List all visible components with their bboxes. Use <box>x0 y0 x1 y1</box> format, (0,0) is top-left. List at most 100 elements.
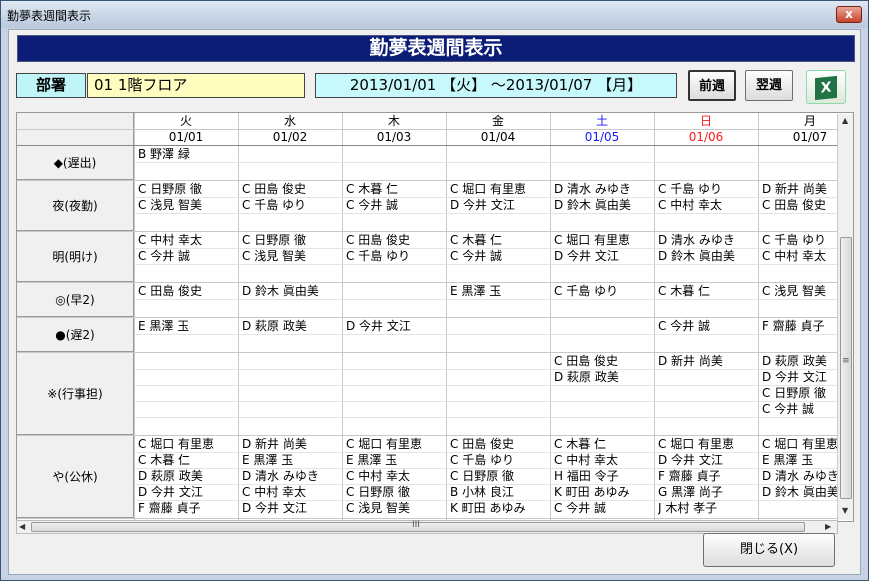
schedule-entry[interactable]: D 今井 文江 <box>242 501 340 516</box>
schedule-entry[interactable]: C 堀口 有里恵 <box>554 233 652 248</box>
schedule-entry[interactable]: D 萩原 政美 <box>242 319 340 334</box>
window-close-button[interactable]: x <box>836 6 862 23</box>
schedule-entry[interactable]: C 浅見 智美 <box>242 249 340 264</box>
schedule-entry[interactable]: K 町田 あゆみ <box>554 485 652 500</box>
schedule-entry[interactable]: C 今井 誠 <box>554 501 652 516</box>
schedule-entry[interactable]: C 浅見 智美 <box>346 501 444 516</box>
schedule-entry[interactable]: D 鈴木 眞由美 <box>658 249 756 264</box>
schedule-entry[interactable]: D 萩原 政美 <box>554 370 652 385</box>
schedule-entry[interactable]: C 木暮 仁 <box>450 233 548 248</box>
schedule-entry[interactable]: C 堀口 有里恵 <box>138 437 236 452</box>
schedule-entry[interactable]: D 今井 文江 <box>658 453 756 468</box>
scroll-right-icon[interactable]: ▶ <box>825 522 831 531</box>
schedule-entry[interactable]: C 堀口 有里恵 <box>450 182 548 197</box>
schedule-entry[interactable]: C 今井 誠 <box>450 249 548 264</box>
scroll-down-icon[interactable]: ▼ <box>842 506 848 515</box>
scroll-left-icon[interactable]: ◀ <box>19 522 25 531</box>
schedule-entry[interactable]: C 中村 幸太 <box>554 453 652 468</box>
schedule-entry[interactable]: C 木暮 仁 <box>346 182 444 197</box>
schedule-entry[interactable]: D 清水 みゆき <box>658 233 756 248</box>
title-bar: 勤夢表週間表示 x <box>1 1 868 28</box>
row-divider <box>17 317 853 318</box>
date-range: 2013/01/01 【火】 ～2013/01/07 【月】 <box>315 73 677 98</box>
schedule-entry[interactable]: C 日野原 徹 <box>450 469 548 484</box>
client-area: 勤夢表週間表示 部署 01 1階フロア 2013/01/01 【火】 ～2013… <box>8 29 861 575</box>
row-divider <box>17 435 853 436</box>
schedule-entry[interactable]: C 浅見 智美 <box>138 198 236 213</box>
day-of-week-header: 金 <box>491 114 504 128</box>
schedule-entry[interactable]: C 堀口 有里恵 <box>346 437 444 452</box>
next-week-button[interactable]: 翌週 <box>745 70 793 101</box>
schedule-entry[interactable]: D 清水 みゆき <box>554 182 652 197</box>
row-label: 夜(夜勤) <box>17 181 134 231</box>
schedule-entry[interactable]: C 今井 誠 <box>658 319 756 334</box>
schedule-entry[interactable]: D 今井 文江 <box>450 198 548 213</box>
schedule-entry[interactable]: C 田島 俊史 <box>450 437 548 452</box>
schedule-entry[interactable]: F 齋藤 貞子 <box>658 469 756 484</box>
grid-line <box>134 162 853 163</box>
schedule-entry[interactable]: C 日野原 徹 <box>138 182 236 197</box>
schedule-entry[interactable]: D 新井 尚美 <box>658 354 756 369</box>
schedule-entry[interactable]: C 中村 幸太 <box>242 485 340 500</box>
excel-export-button[interactable]: X <box>806 70 846 104</box>
schedule-entry[interactable]: D 清水 みゆき <box>242 469 340 484</box>
day-of-week-header: 土 <box>595 114 608 128</box>
date-header: 01/04 <box>480 130 516 144</box>
schedule-entry[interactable]: C 千島 ゆり <box>554 284 652 299</box>
prev-week-button[interactable]: 前週 <box>688 70 736 101</box>
scroll-up-icon[interactable]: ▲ <box>842 116 848 125</box>
schedule-entry[interactable]: C 木暮 仁 <box>138 453 236 468</box>
schedule-entry[interactable]: D 今井 文江 <box>138 485 236 500</box>
schedule-entry[interactable]: E 黒澤 玉 <box>450 284 548 299</box>
schedule-entry[interactable]: D 萩原 政美 <box>138 469 236 484</box>
schedule-entry[interactable]: K 町田 あゆみ <box>450 501 548 516</box>
schedule-entry[interactable]: C 堀口 有里恵 <box>658 437 756 452</box>
schedule-entry[interactable]: C 今井 誠 <box>138 249 236 264</box>
grid-line <box>134 213 853 214</box>
schedule-entry[interactable]: B 小林 良江 <box>450 485 548 500</box>
vertical-scrollbar[interactable]: ▲ ≡ ▼ <box>837 114 853 520</box>
schedule-entry[interactable]: C 中村 幸太 <box>138 233 236 248</box>
schedule-entry[interactable]: C 千島 ゆり <box>242 198 340 213</box>
schedule-entry[interactable]: B 野澤 緑 <box>138 147 236 162</box>
row-label: 明(明け) <box>17 232 134 282</box>
schedule-entry[interactable]: E 黒澤 玉 <box>242 453 340 468</box>
schedule-entry[interactable]: C 今井 誠 <box>346 198 444 213</box>
row-divider <box>17 180 853 181</box>
row-divider <box>17 282 853 283</box>
schedule-entry[interactable]: C 田島 俊史 <box>346 233 444 248</box>
schedule-entry[interactable]: D 今井 文江 <box>554 249 652 264</box>
day-of-week-header: 火 <box>179 114 192 128</box>
schedule-entry[interactable]: E 黒澤 玉 <box>346 453 444 468</box>
horizontal-scrollbar[interactable]: ◀ III ▶ <box>16 520 838 534</box>
schedule-entry[interactable]: C 日野原 徹 <box>346 485 444 500</box>
schedule-entry[interactable]: D 今井 文江 <box>346 319 444 334</box>
schedule-entry[interactable]: C 千島 ゆり <box>658 182 756 197</box>
schedule-entry[interactable]: C 田島 俊史 <box>138 284 236 299</box>
close-button[interactable]: 閉じる(X) <box>703 533 835 567</box>
schedule-entry[interactable]: C 日野原 徹 <box>242 233 340 248</box>
schedule-entry[interactable]: C 千島 ゆり <box>346 249 444 264</box>
schedule-entry[interactable]: G 黒澤 尚子 <box>658 485 756 500</box>
schedule-entry[interactable]: C 中村 幸太 <box>346 469 444 484</box>
schedule-entry[interactable]: H 福田 令子 <box>554 469 652 484</box>
schedule-grid: 火 01/01 水 01/02 木 01/03 金 01/04 土 01/05 日 01/06 月 01/… <box>16 112 854 522</box>
schedule-entry[interactable]: D 鈴木 眞由美 <box>554 198 652 213</box>
row-divider <box>17 352 853 353</box>
schedule-entry[interactable]: C 木暮 仁 <box>554 437 652 452</box>
schedule-entry[interactable]: J 木村 孝子 <box>658 501 756 516</box>
schedule-entry[interactable]: F 齋藤 貞子 <box>138 501 236 516</box>
schedule-entry[interactable]: C 木暮 仁 <box>658 284 756 299</box>
schedule-entry[interactable]: C 田島 俊史 <box>242 182 340 197</box>
horizontal-scroll-thumb[interactable]: III <box>31 520 805 532</box>
day-of-week-header: 水 <box>283 114 296 128</box>
vertical-scroll-thumb[interactable]: ≡ <box>840 237 852 499</box>
schedule-entry[interactable]: E 黒澤 玉 <box>138 319 236 334</box>
schedule-entry[interactable]: C 千島 ゆり <box>450 453 548 468</box>
schedule-entry[interactable]: D 新井 尚美 <box>242 437 340 452</box>
header-bottom <box>17 145 853 146</box>
schedule-entry[interactable]: C 中村 幸太 <box>658 198 756 213</box>
schedule-entry[interactable]: C 田島 俊史 <box>554 354 652 369</box>
window-title: 勤夢表週間表示 <box>7 9 92 23</box>
schedule-entry[interactable]: D 鈴木 眞由美 <box>242 284 340 299</box>
